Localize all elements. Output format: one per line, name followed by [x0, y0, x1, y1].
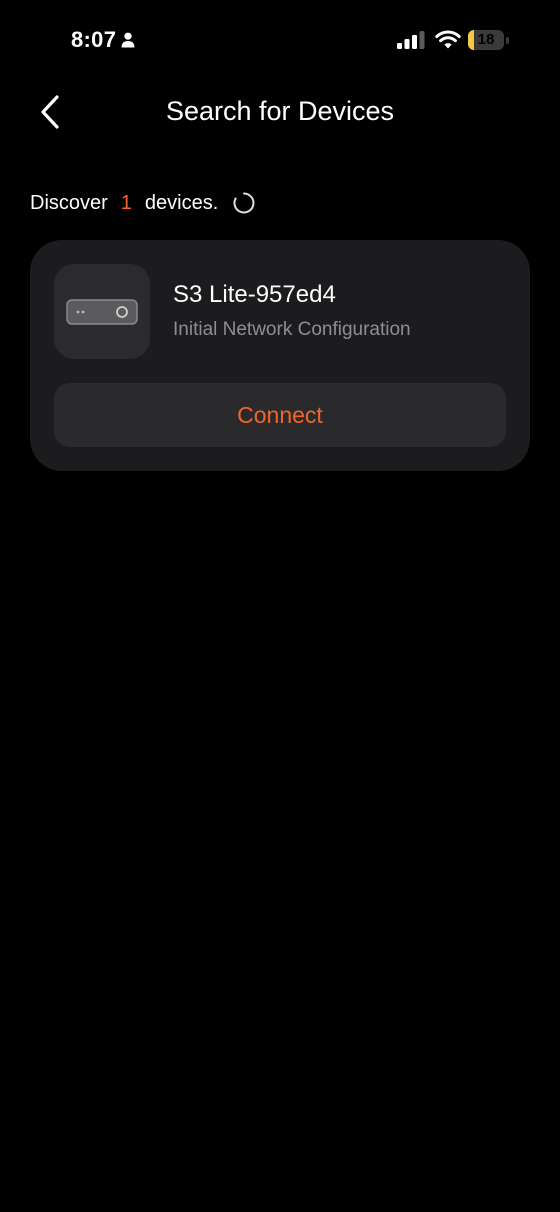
page-title: Search for Devices: [165, 96, 395, 126]
discovery-prefix: Discover: [30, 192, 108, 214]
status-time-text: 8:07: [71, 27, 117, 52]
discovery-suffix: devices.: [144, 192, 219, 214]
device-name: S3 Lite-957ed4: [173, 281, 336, 308]
device-card: S3 Lite-957ed4 Initial Network Configura…: [30, 240, 530, 471]
person-icon: [121, 32, 135, 48]
discovery-status: Discover 1 devices.: [30, 189, 256, 217]
device-box-icon: [66, 298, 138, 325]
battery-icon: 18: [468, 30, 510, 52]
device-status: Initial Network Configuration: [173, 319, 411, 340]
loading-spinner-icon: [233, 192, 255, 214]
connect-button[interactable]: Connect: [54, 383, 506, 447]
discovery-count: 1: [120, 192, 132, 214]
battery-level: 18: [477, 31, 495, 48]
cellular-signal-icon: [397, 31, 425, 49]
status-bar: 8:07 18: [0, 0, 560, 82]
device-thumbnail: [54, 264, 150, 359]
status-time: 8:07: [71, 27, 135, 53]
wifi-icon: [435, 30, 461, 49]
